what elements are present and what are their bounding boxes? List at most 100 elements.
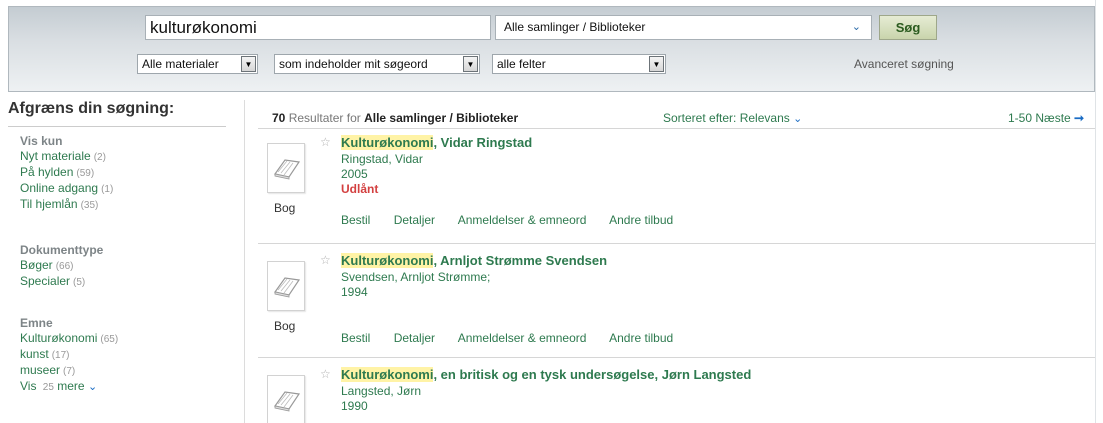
result-divider bbox=[258, 357, 1095, 358]
results-for-label: Resultater for bbox=[288, 111, 361, 125]
facet-label: På hylden bbox=[20, 165, 74, 179]
title-highlight: Kulturøkonomi bbox=[341, 135, 434, 150]
result-actions: Bestil Detaljer Anmeldelser & emneord An… bbox=[341, 213, 693, 227]
match-mode-select[interactable]: som indeholder mit søgeord ▼ bbox=[274, 54, 480, 74]
material-type-value: Alle materialer bbox=[142, 57, 219, 71]
facet-label: Til hjemlån bbox=[20, 197, 78, 211]
facet-item-paa-hylden[interactable]: På hylden (59) bbox=[20, 165, 113, 181]
search-button[interactable]: Søg bbox=[879, 15, 937, 40]
advanced-search-link[interactable]: Avanceret søgning bbox=[854, 57, 954, 71]
material-type: Bog bbox=[274, 201, 296, 215]
result-author[interactable]: Svendsen, Arnljot Strømme; bbox=[341, 270, 490, 285]
facet-heading: Vis kun bbox=[20, 134, 63, 148]
book-thumbnail[interactable] bbox=[267, 375, 305, 423]
result-title[interactable]: Kulturøkonomi, Vidar Ringstad bbox=[341, 135, 532, 150]
window-edge bbox=[1095, 0, 1103, 423]
star-icon[interactable]: ☆ bbox=[320, 253, 331, 267]
order-link[interactable]: Bestil bbox=[341, 213, 370, 227]
more-label: Vis bbox=[20, 379, 37, 393]
field-select[interactable]: alle felter ▼ bbox=[492, 54, 666, 74]
other-offers-link[interactable]: Andre tilbud bbox=[609, 331, 673, 345]
title-rest: , en britisk og en tysk undersøgelse, Jø… bbox=[433, 367, 752, 382]
sort-control[interactable]: Sorteret efter: Relevans ⌄ bbox=[663, 111, 802, 125]
result-year: 1990 bbox=[341, 399, 368, 413]
result-author[interactable]: Ringstad, Vidar bbox=[341, 152, 423, 167]
facet-count: (66) bbox=[55, 261, 74, 272]
results-count: 70 bbox=[272, 111, 286, 125]
facet-item-kulturoekonomi[interactable]: Kulturøkonomi (65) bbox=[20, 331, 118, 347]
facet-count: (2) bbox=[93, 152, 106, 163]
book-icon bbox=[273, 277, 301, 298]
result-meta: Svendsen, Arnljot Strømme; 1994 bbox=[341, 270, 490, 300]
result-meta: Langsted, Jørn 1990 bbox=[341, 384, 421, 414]
facet-label: Specialer bbox=[20, 274, 71, 288]
result-meta: Ringstad, Vidar 2005 Udlånt bbox=[341, 152, 423, 197]
facet-label: museer bbox=[20, 363, 61, 377]
results-divider bbox=[258, 128, 1095, 129]
chevron-down-icon: ⌄ bbox=[87, 381, 98, 393]
result-year: 2005 bbox=[341, 167, 368, 181]
material-type-select[interactable]: Alle materialer ▼ bbox=[137, 54, 258, 74]
column-divider bbox=[244, 100, 245, 423]
result-title[interactable]: Kulturøkonomi, en britisk og en tysk und… bbox=[341, 367, 751, 382]
facet-label: Nyt materiale bbox=[20, 149, 91, 163]
reviews-link[interactable]: Anmeldelser & emneord bbox=[458, 331, 587, 345]
details-link[interactable]: Detaljer bbox=[394, 213, 435, 227]
facet-label: kunst bbox=[20, 347, 49, 361]
title-rest: , Arnljot Strømme Svendsen bbox=[433, 253, 608, 268]
book-icon bbox=[273, 391, 301, 412]
facet-group-dokumenttype: Dokumenttype Bøger (66) Specialer (5) bbox=[20, 243, 103, 290]
book-icon bbox=[273, 159, 301, 180]
pagination-next[interactable]: 1-50 Næste ➞ bbox=[1008, 111, 1084, 125]
title-highlight: Kulturøkonomi bbox=[341, 253, 434, 268]
facet-item-boeger[interactable]: Bøger (66) bbox=[20, 258, 103, 274]
collection-value: Alle samlinger / Biblioteker bbox=[504, 20, 646, 34]
match-mode-value: som indeholder mit søgeord bbox=[279, 57, 428, 71]
facet-item-til-hjemlaan[interactable]: Til hjemlån (35) bbox=[20, 197, 113, 213]
book-thumbnail[interactable] bbox=[267, 261, 305, 311]
result-actions: Bestil Detaljer Anmeldelser & emneord An… bbox=[341, 331, 693, 345]
facet-count: (17) bbox=[51, 350, 70, 361]
more-label: mere bbox=[57, 379, 85, 393]
result-item: Bog ☆ Kulturøkonomi, Vidar Ringstad Ring… bbox=[258, 134, 1095, 244]
field-value: alle felter bbox=[497, 57, 546, 71]
result-item: ☆ Kulturøkonomi, en britisk og en tysk u… bbox=[258, 366, 1095, 423]
facet-item-kunst[interactable]: kunst (17) bbox=[20, 347, 118, 363]
facet-count: (65) bbox=[100, 334, 119, 345]
sort-value: Relevans bbox=[739, 111, 790, 125]
facet-count: (5) bbox=[73, 277, 86, 288]
availability-status: Udlånt bbox=[341, 182, 379, 196]
facet-heading: Dokumenttype bbox=[20, 243, 104, 257]
collection-select[interactable]: Alle samlinger / Biblioteker ⌄ bbox=[495, 15, 872, 40]
facet-count: (35) bbox=[80, 200, 99, 211]
other-offers-link[interactable]: Andre tilbud bbox=[609, 213, 673, 227]
facet-count: (1) bbox=[101, 184, 114, 195]
facet-count: (7) bbox=[63, 366, 76, 377]
facets-divider bbox=[8, 126, 226, 127]
facets-title: Afgræns din søgning: bbox=[8, 100, 175, 117]
star-icon[interactable]: ☆ bbox=[320, 135, 331, 149]
result-title[interactable]: Kulturøkonomi, Arnljot Strømme Svendsen bbox=[341, 253, 607, 268]
facet-item-specialer[interactable]: Specialer (5) bbox=[20, 274, 103, 290]
results-summary: 70 Resultater for Alle samlinger / Bibli… bbox=[272, 111, 518, 125]
facet-label: Kulturøkonomi bbox=[20, 331, 98, 345]
arrow-right-icon: ➞ bbox=[1074, 111, 1085, 125]
result-divider bbox=[258, 243, 1095, 244]
facets-sidebar: Afgræns din søgning: bbox=[8, 100, 238, 118]
search-input[interactable]: kulturøkonomi bbox=[145, 15, 491, 40]
details-link[interactable]: Detaljer bbox=[394, 331, 435, 345]
star-icon[interactable]: ☆ bbox=[320, 367, 331, 381]
facet-item-online-adgang[interactable]: Online adgang (1) bbox=[20, 181, 113, 197]
facet-group-vis-kun: Vis kun Nyt materiale (2) På hylden (59) O… bbox=[20, 134, 113, 213]
show-more-link[interactable]: Vis 25 mere ⌄ bbox=[20, 379, 118, 395]
result-item: Bog ☆ Kulturøkonomi, Arnljot Strømme Sve… bbox=[258, 252, 1095, 362]
more-count: 25 bbox=[42, 382, 54, 393]
facet-item-nyt-materiale[interactable]: Nyt materiale (2) bbox=[20, 149, 113, 165]
facet-item-museer[interactable]: museer (7) bbox=[20, 363, 118, 379]
results-scope: Alle samlinger / Biblioteker bbox=[364, 111, 519, 125]
book-thumbnail[interactable] bbox=[267, 143, 305, 193]
result-author[interactable]: Langsted, Jørn bbox=[341, 384, 421, 399]
reviews-link[interactable]: Anmeldelser & emneord bbox=[458, 213, 587, 227]
facet-label: Online adgang bbox=[20, 181, 99, 195]
order-link[interactable]: Bestil bbox=[341, 331, 370, 345]
